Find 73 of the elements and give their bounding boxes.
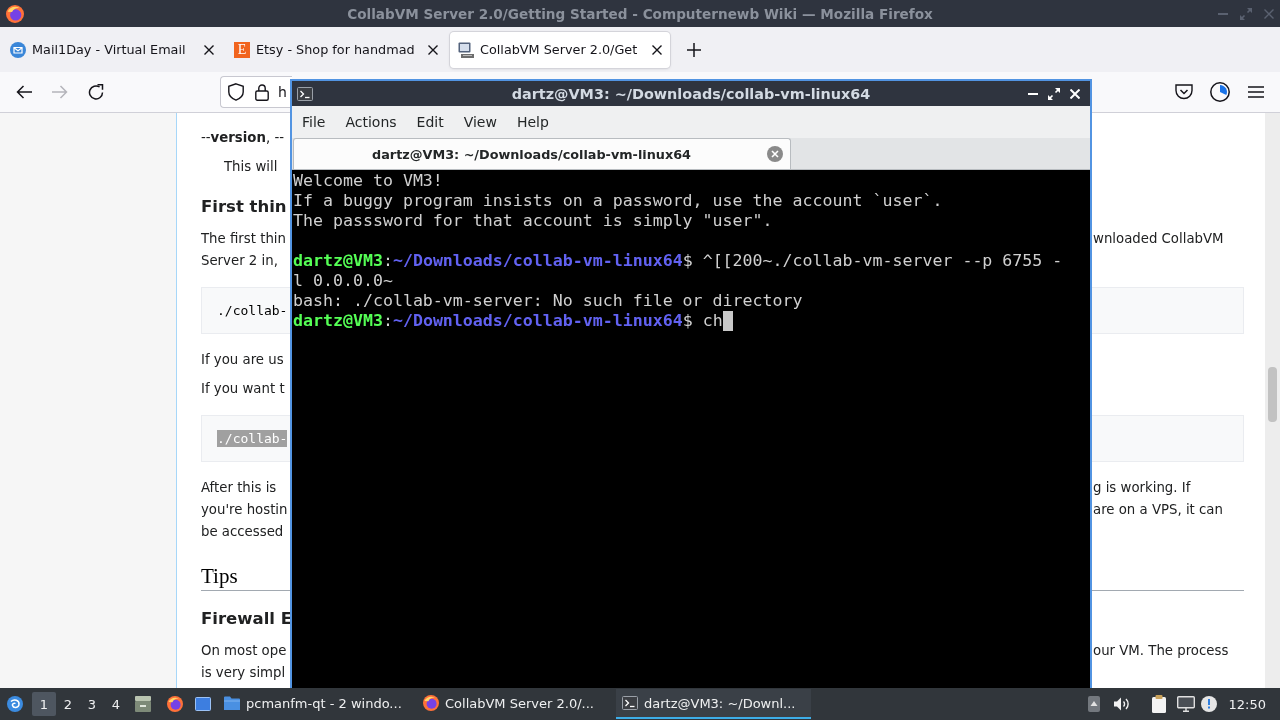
url-field[interactable]: h xyxy=(220,76,292,108)
close-icon[interactable] xyxy=(204,44,214,55)
task-button[interactable]: CollabVM Server 2.0/... xyxy=(417,689,612,719)
section-heading: Tips xyxy=(201,563,238,590)
paragraph-text: our VM. The process xyxy=(1093,642,1229,660)
workspace-button[interactable]: 4 xyxy=(104,692,128,716)
close-icon[interactable] xyxy=(652,44,662,55)
workspace-button[interactable]: 2 xyxy=(56,692,80,716)
prompt-line: dartz@VM3:~/Downloads/collab-vm-linux64$ ch xyxy=(293,311,723,330)
monitor-icon[interactable] xyxy=(1176,696,1195,712)
paragraph-text: If you want t xyxy=(201,380,285,398)
menu-item[interactable]: Edit xyxy=(416,112,444,132)
workspace-button[interactable]: 3 xyxy=(80,692,104,716)
alert-badge-icon[interactable] xyxy=(1200,696,1217,712)
menu-item[interactable]: File xyxy=(302,112,326,132)
terminal-output: bash: ./collab-vm-server: No such file or directory xyxy=(293,291,803,310)
reload-icon[interactable] xyxy=(88,84,104,100)
menu-icon[interactable] xyxy=(1248,86,1264,98)
paragraph-text: This will xyxy=(224,158,278,176)
workspace-button[interactable]: 1 xyxy=(32,692,56,716)
paragraph-text: wnloaded CollabVM xyxy=(1093,230,1224,248)
paragraph-text: you're hostin xyxy=(201,501,288,519)
terminal-output: The passsword for that account is simply "user". xyxy=(293,211,773,230)
clipboard-icon[interactable] xyxy=(1151,695,1166,713)
volume-icon[interactable] xyxy=(1113,697,1130,711)
code-text: ./collab- xyxy=(217,430,288,447)
account-circle-icon[interactable] xyxy=(1210,82,1230,102)
terminal-output: Welcome to VM3! xyxy=(293,171,443,190)
paragraph-text: g is working. If xyxy=(1093,479,1191,497)
favicon: E xyxy=(234,41,250,58)
window-title: dartz@VM3: ~/Downloads/collab-vm-linux64 xyxy=(511,85,871,102)
section-heading: First thin xyxy=(201,196,287,218)
back-arrow-icon[interactable] xyxy=(16,85,32,99)
task-button[interactable]: dartz@VM3: ~/Downl... xyxy=(616,689,811,719)
envelope-badge-icon xyxy=(10,41,26,58)
start-menu-icon[interactable] xyxy=(7,696,23,712)
app-logo-icon xyxy=(423,695,439,711)
clock: 12:50 xyxy=(1228,696,1266,712)
minimize-icon[interactable] xyxy=(1027,92,1038,95)
menu-item[interactable]: View xyxy=(463,112,497,132)
menu-item[interactable]: Help xyxy=(516,112,549,132)
code-text: ./collab- xyxy=(217,302,288,319)
browser-tab[interactable]: Mail1Day - Virtual Email xyxy=(2,31,222,68)
paragraph-text: The first thin xyxy=(201,230,286,248)
terminal-icon xyxy=(622,696,638,710)
app-logo-icon[interactable] xyxy=(167,696,183,712)
chevron-badge-icon[interactable] xyxy=(1175,84,1193,100)
browser-tab[interactable]: E Etsy - Shop for handmad xyxy=(226,31,446,68)
browser-tab[interactable]: CollabVM Server 2.0/Get xyxy=(450,31,670,68)
app-logo-icon xyxy=(6,4,24,23)
computer-icon xyxy=(458,41,474,58)
paragraph-text: After this is xyxy=(201,479,277,497)
terminal-output: If a buggy program insists on a password, use the account `user`. xyxy=(293,191,943,210)
lock-icon[interactable] xyxy=(255,83,269,101)
paragraph-text: are on a VPS, it can xyxy=(1093,501,1223,519)
paragraph-text: is very simpl xyxy=(201,664,286,682)
paragraph-text: --version, -- xyxy=(201,129,284,147)
terminal-tab[interactable]: dartz@VM3: ~/Downloads/collab-vm-linux64 xyxy=(293,138,791,169)
tray-expand-icon[interactable] xyxy=(1087,696,1100,712)
plus-icon[interactable] xyxy=(687,42,701,57)
folder-icon xyxy=(224,696,240,710)
paragraph-text: On most ope xyxy=(201,642,287,660)
window-title: CollabVM Server 2.0/Getting Started - Computernewb Wiki — Mozilla Firefox xyxy=(347,5,933,22)
paragraph-text: Server 2 in, xyxy=(201,252,278,270)
terminal-icon xyxy=(297,86,313,101)
paragraph-text: If you are us xyxy=(201,351,284,369)
task-button[interactable]: pcmanfm-qt - 2 windo... xyxy=(218,689,413,719)
scrollbar-thumb[interactable] xyxy=(1268,367,1277,422)
drawer-icon[interactable] xyxy=(135,696,151,712)
paragraph-text: be accessed xyxy=(201,523,284,541)
close-icon[interactable] xyxy=(428,44,438,55)
shield-icon[interactable] xyxy=(228,83,244,101)
menu-item[interactable]: Actions xyxy=(345,112,397,132)
